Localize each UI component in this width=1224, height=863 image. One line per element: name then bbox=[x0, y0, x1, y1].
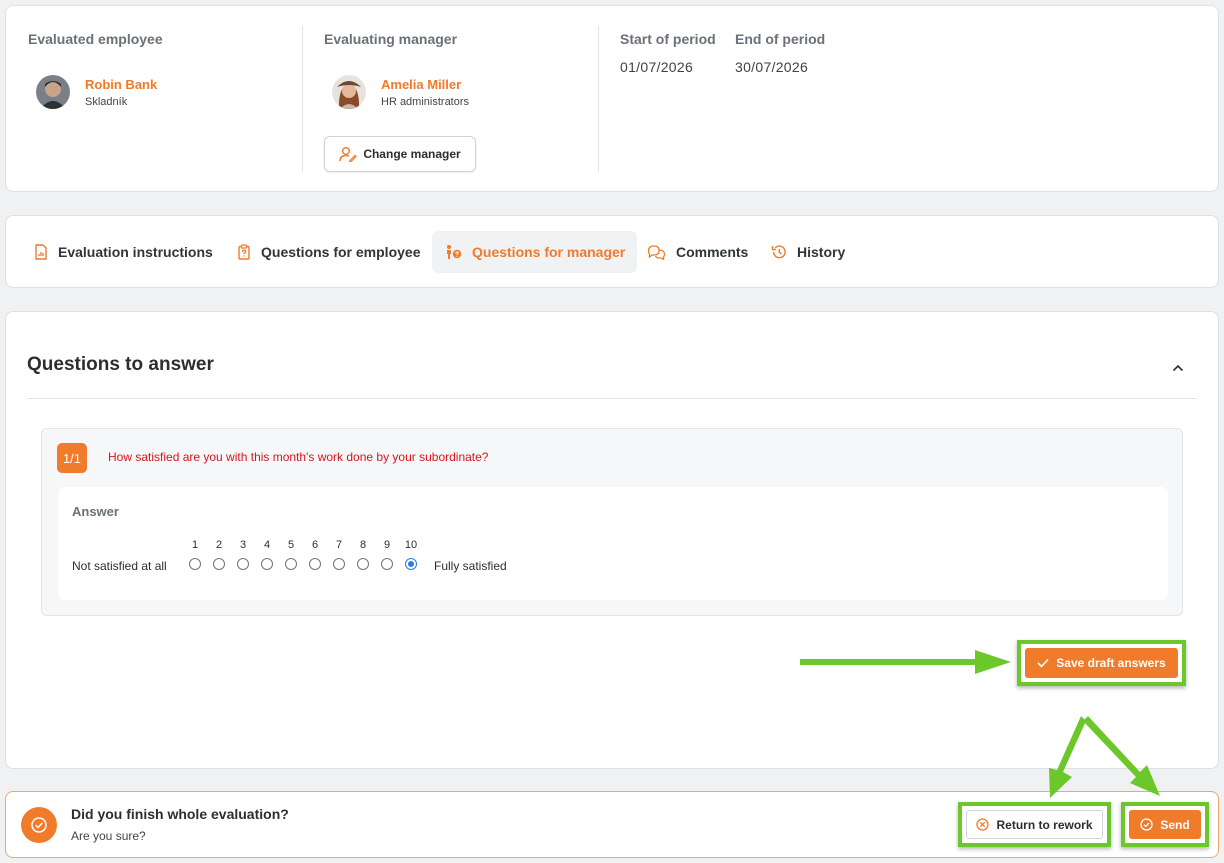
header-divider bbox=[302, 26, 303, 172]
start-date: 01/07/2026 bbox=[620, 59, 694, 75]
question-item: 1/1 How satisfied are you with this mont… bbox=[41, 428, 1183, 616]
evaluated-employee-label: Evaluated employee bbox=[28, 31, 163, 47]
finish-question-subtitle: Are you sure? bbox=[71, 829, 146, 843]
scale-min-label: Not satisfied at all bbox=[72, 559, 167, 573]
rating-radio-3[interactable] bbox=[237, 558, 249, 570]
x-circle-icon bbox=[976, 818, 990, 831]
evaluated-employee[interactable]: Robin Bank Skladník bbox=[36, 75, 157, 109]
tab-label: History bbox=[797, 244, 846, 260]
history-icon bbox=[771, 245, 786, 259]
tab-label: Evaluation instructions bbox=[58, 244, 213, 260]
question-text: How satisfied are you with this month's … bbox=[108, 450, 489, 464]
tab-label: Comments bbox=[676, 244, 749, 260]
scale-number: 1 bbox=[191, 539, 199, 551]
tab-label: Questions for employee bbox=[261, 244, 421, 260]
clipboard-question-icon bbox=[238, 244, 250, 260]
tab-bar: Evaluation instructions Questions for em… bbox=[5, 215, 1219, 288]
rating-radio-9[interactable] bbox=[381, 558, 393, 570]
header-divider bbox=[598, 26, 599, 172]
manager-avatar bbox=[332, 75, 366, 109]
tab-questions-for-employee[interactable]: Questions for employee bbox=[225, 231, 432, 273]
question-number-badge: 1/1 bbox=[57, 443, 87, 473]
save-draft-button[interactable]: Save draft answers bbox=[1025, 648, 1178, 678]
user-edit-icon bbox=[339, 147, 358, 162]
save-draft-label: Save draft answers bbox=[1056, 656, 1166, 670]
check-circle-icon bbox=[1140, 818, 1153, 831]
check-icon bbox=[1037, 658, 1049, 668]
return-to-rework-label: Return to rework bbox=[996, 817, 1093, 832]
rating-radio-6[interactable] bbox=[309, 558, 321, 570]
tab-questions-for-manager[interactable]: Questions for manager bbox=[432, 231, 638, 273]
check-circle-icon bbox=[21, 807, 57, 843]
tab-history[interactable]: History bbox=[759, 231, 857, 273]
end-date: 30/07/2026 bbox=[735, 59, 809, 75]
change-manager-label: Change manager bbox=[363, 147, 461, 161]
rating-radio-4[interactable] bbox=[261, 558, 273, 570]
scale-number: 3 bbox=[239, 539, 247, 551]
end-of-period-label: End of period bbox=[735, 31, 826, 47]
employee-avatar bbox=[36, 75, 70, 109]
tab-evaluation-instructions[interactable]: Evaluation instructions bbox=[22, 231, 225, 273]
finish-question-title: Did you finish whole evaluation? bbox=[71, 806, 289, 822]
manager-role: HR administrators bbox=[381, 95, 470, 108]
scale-number: 5 bbox=[287, 539, 295, 551]
scale-number: 6 bbox=[311, 539, 319, 551]
start-of-period-label: Start of period bbox=[620, 31, 716, 47]
scale-number: 9 bbox=[383, 539, 391, 551]
questions-title: Questions to answer bbox=[27, 354, 214, 375]
file-chart-icon bbox=[35, 244, 47, 260]
chat-bubbles-icon bbox=[647, 245, 666, 260]
tab-label: Questions for manager bbox=[472, 244, 626, 260]
scale-number: 2 bbox=[215, 539, 223, 551]
rating-radio-1[interactable] bbox=[189, 558, 201, 570]
evaluating-manager[interactable]: Amelia Miller HR administrators bbox=[332, 75, 469, 109]
questions-card: Questions to answer 1/1 How satisfied ar… bbox=[5, 311, 1219, 769]
scale-number: 7 bbox=[335, 539, 343, 551]
answer-label: Answer bbox=[72, 504, 119, 519]
send-label: Send bbox=[1160, 817, 1190, 832]
person-question-icon bbox=[447, 245, 462, 259]
manager-name[interactable]: Amelia Miller bbox=[381, 77, 469, 92]
scale-max-label: Fully satisfied bbox=[434, 559, 507, 573]
scale-number: 8 bbox=[359, 539, 367, 551]
answer-panel: Answer Not satisfied at all 1 2 3 4 5 6 … bbox=[58, 487, 1168, 600]
rating-radio-10[interactable] bbox=[405, 558, 417, 570]
return-to-rework-button[interactable]: Return to rework bbox=[966, 810, 1103, 839]
rating-radio-5[interactable] bbox=[285, 558, 297, 570]
chevron-up-icon bbox=[1172, 364, 1184, 372]
rating-radio-8[interactable] bbox=[357, 558, 369, 570]
section-divider bbox=[27, 398, 1197, 399]
scale-number: 4 bbox=[263, 539, 271, 551]
rating-radio-7[interactable] bbox=[333, 558, 345, 570]
employee-role: Skladník bbox=[85, 95, 128, 108]
evaluation-header-card: Evaluated employee Robin Bank Skladník E… bbox=[5, 5, 1219, 192]
tab-comments[interactable]: Comments bbox=[635, 231, 760, 273]
evaluating-manager-label: Evaluating manager bbox=[324, 31, 458, 47]
employee-name[interactable]: Robin Bank bbox=[85, 77, 157, 92]
change-manager-button[interactable]: Change manager bbox=[324, 136, 476, 172]
send-button[interactable]: Send bbox=[1129, 810, 1201, 839]
rating-radio-2[interactable] bbox=[213, 558, 225, 570]
scale-number: 10 bbox=[404, 539, 418, 551]
collapse-button[interactable] bbox=[1168, 358, 1188, 378]
